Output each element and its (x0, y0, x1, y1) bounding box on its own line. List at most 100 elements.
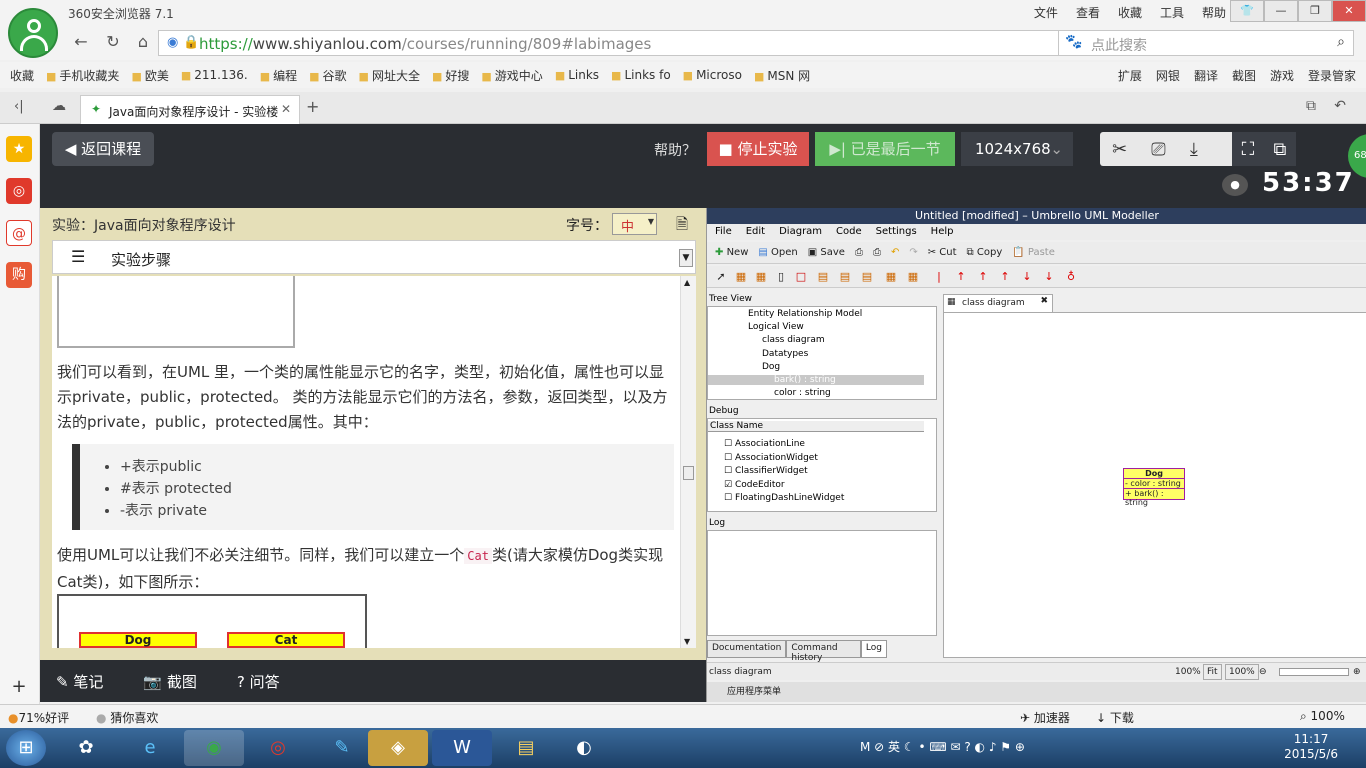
undo-close-icon[interactable]: ↶ (1334, 98, 1346, 114)
browser-360-icon[interactable]: ◉ (184, 730, 244, 766)
maximize-button[interactable]: ❐ (1298, 0, 1332, 22)
umbrello-menu-edit[interactable]: Edit (746, 224, 765, 240)
text-tool-icon[interactable]: ▦ (907, 270, 919, 284)
debug-row[interactable]: ☐ AssociationWidget (724, 453, 818, 463)
guess-you-like[interactable]: ● 猜你喜欢 (96, 709, 158, 726)
system-clock[interactable]: 11:17 2015/5/6 (1284, 732, 1338, 762)
tab-active[interactable]: ✦ Java面向对象程序设计 - 实验楼 ✕ (80, 95, 300, 124)
stop-lab-button[interactable]: ■ 停止实验 (707, 132, 809, 166)
screen-share-icon[interactable]: ⎚ (1151, 139, 1165, 160)
note-tool-icon[interactable]: ▯ (775, 270, 787, 284)
download-button[interactable]: ↓ 下载 (1096, 709, 1134, 726)
bookmark-item[interactable]: 谷歌 (309, 67, 347, 84)
address-bar[interactable]: ◉ 🔒 https://www.shiyanlou.com/courses/ru… (158, 30, 1118, 56)
umbrello-cut-button[interactable]: ✂ Cut (928, 247, 957, 258)
tree-item[interactable]: Logical View (748, 322, 804, 332)
umbrello-menu-file[interactable]: File (715, 224, 732, 240)
zoom-out-icon[interactable]: ⊖ (1259, 663, 1267, 681)
tab-log[interactable]: Log (860, 640, 887, 658)
debug-row[interactable]: ☑ CodeEditor (724, 480, 785, 490)
fit-button[interactable]: Fit (1203, 664, 1222, 680)
skin-icon[interactable]: 👕 (1230, 0, 1264, 22)
bookmark-item[interactable]: 好搜 (432, 67, 469, 84)
association-tool-icon[interactable]: | (933, 270, 945, 284)
bookmark-item[interactable]: Links (555, 68, 599, 82)
umbrello-menu-code[interactable]: Code (836, 224, 862, 240)
bookmark-item[interactable]: 欧美 (131, 67, 169, 84)
debug-row[interactable]: ☐ AssociationLine (724, 439, 805, 449)
tree-item[interactable]: class diagram (762, 335, 825, 345)
select-arrow-icon[interactable]: ➚ (715, 270, 727, 284)
eye-icon[interactable]: ● (1222, 174, 1248, 196)
start-button[interactable]: ⊞ (6, 730, 46, 766)
entity-tool-icon[interactable]: ▦ (885, 270, 897, 284)
bookmark-item[interactable]: 游戏中心 (481, 67, 543, 84)
browser-logo[interactable] (8, 8, 58, 58)
netease-music-icon[interactable]: ◎ (248, 730, 308, 766)
tree-item[interactable]: Entity Relationship Model (748, 309, 862, 319)
umbrello-paste-button[interactable]: 📋 Paste (1012, 247, 1055, 258)
ext-translate[interactable]: 翻译 (1194, 67, 1218, 84)
fullscreen-icon[interactable]: ⛶ (1242, 139, 1255, 160)
menu-tools[interactable]: 工具 (1160, 4, 1184, 21)
explorer-icon[interactable]: ▤ (496, 730, 556, 766)
bookmark-item[interactable]: 手机收藏夹 (46, 67, 119, 84)
resolution-select[interactable]: 1024x768 ⌄ (961, 132, 1073, 166)
bookmark-item[interactable]: MSN 网 (754, 67, 810, 84)
tree-item[interactable]: color : string (774, 388, 831, 398)
debug-column-header[interactable]: Class Name (708, 421, 924, 432)
close-tab-icon[interactable]: ✕ (281, 102, 291, 116)
bookmark-favorites[interactable]: 收藏 (10, 67, 34, 84)
tree-item-selected[interactable]: bark() : string (708, 375, 924, 385)
notes-button[interactable]: ✎ 笔记 (56, 671, 103, 692)
containment-tool-icon[interactable]: ♁ (1065, 270, 1077, 284)
redo-icon[interactable]: ↷ (909, 247, 917, 258)
box-tool-icon[interactable]: □ (795, 270, 807, 284)
steps-dropdown[interactable]: ☰ 实验步骤 ▼ (52, 240, 696, 274)
bookmark-item[interactable]: 编程 (260, 67, 297, 84)
minimize-button[interactable]: — (1264, 0, 1298, 22)
umbrello-open-button[interactable]: ▤ Open (758, 247, 797, 258)
bookmark-item[interactable]: Microso (683, 68, 742, 82)
close-diagram-icon[interactable]: ✖ (1040, 296, 1048, 306)
weibo-icon[interactable]: ◎ (6, 178, 32, 204)
home-icon[interactable]: ⌂ (132, 32, 154, 51)
zoom-in-icon[interactable]: ⊕ (1353, 663, 1361, 681)
page-zoom[interactable]: ⌕ 100% (1300, 709, 1345, 724)
scroll-down-icon[interactable]: ▼ (684, 637, 690, 646)
umbrello-save-button[interactable]: ▣ Save (808, 247, 845, 258)
umbrello-menu-help[interactable]: Help (931, 224, 954, 240)
doc-scrollbar[interactable]: ▲ ▼ (680, 276, 696, 648)
cloud-icon[interactable]: ☁ (52, 98, 66, 114)
directional-tool-icon[interactable]: ↓ (1043, 270, 1055, 284)
debug-row[interactable]: ☐ ClassifierWidget (724, 466, 808, 476)
umbrello-copy-button[interactable]: ⧉ Copy (967, 247, 1003, 258)
back-arrow-icon[interactable]: ← (70, 32, 92, 51)
scissors-icon[interactable]: ✂ (1112, 139, 1127, 160)
font-size-select[interactable]: 中 ▼ (612, 213, 657, 235)
ie-icon[interactable]: e (120, 730, 180, 766)
scroll-thumb[interactable] (683, 466, 694, 480)
email-icon[interactable]: @ (6, 220, 32, 246)
datatype-tool-icon[interactable]: ▤ (839, 270, 851, 284)
rating[interactable]: ●71%好评 (8, 709, 69, 726)
pen-icon[interactable]: ✎ (312, 730, 372, 766)
close-button[interactable]: ✕ (1332, 0, 1366, 22)
download-icon[interactable]: ⤓ (1190, 139, 1198, 160)
game-icon[interactable]: ◈ (368, 730, 428, 766)
search-icon[interactable]: ⌕ (1337, 34, 1345, 50)
scroll-up-icon[interactable]: ▲ (684, 278, 690, 287)
eclipse-icon[interactable]: ◐ (554, 730, 614, 766)
last-section-button[interactable]: ▶| 已是最后一节 (815, 132, 955, 166)
ext-extensions[interactable]: 扩展 (1118, 67, 1142, 84)
screenshot-button[interactable]: 📷 截图 (143, 671, 196, 692)
new-tab-icon[interactable]: + (306, 97, 319, 116)
print-preview-icon[interactable]: ⎙ (873, 247, 881, 258)
diagram-tab[interactable]: ▦ class diagram ✖ (943, 294, 1053, 312)
restore-tab-icon[interactable]: ⧉ (1306, 98, 1316, 114)
umbrello-menu-settings[interactable]: Settings (876, 224, 917, 240)
enum-tool-icon[interactable]: ▤ (861, 270, 873, 284)
generalization-tool-icon[interactable]: ↑ (955, 270, 967, 284)
accelerator-button[interactable]: ✈ 加速器 (1020, 709, 1070, 726)
ext-games[interactable]: 游戏 (1270, 67, 1294, 84)
